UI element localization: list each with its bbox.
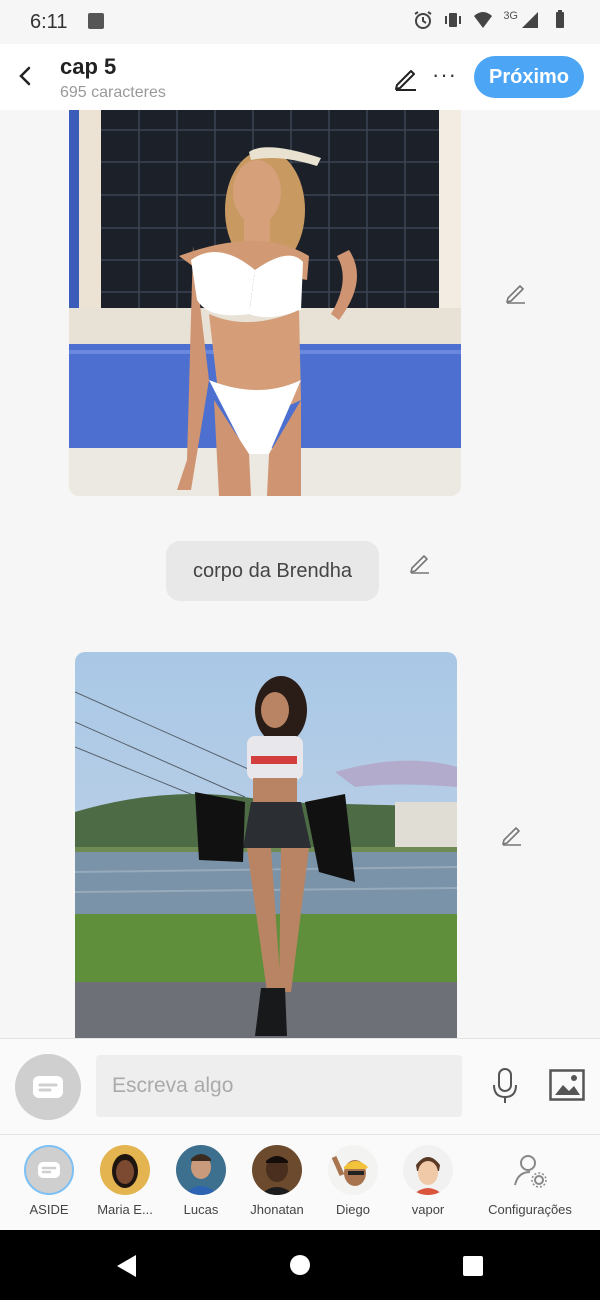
jhonatan-avatar [252,1145,302,1195]
network-type: 3G [503,10,518,22]
story-content[interactable]: corpo da Brendha [0,110,600,1038]
gallery-icon[interactable] [549,1069,585,1101]
wifi-icon [474,12,493,28]
microphone-icon[interactable] [490,1067,520,1105]
message-bubble[interactable]: corpo da Brendha [166,541,379,601]
settings-item[interactable]: Configurações [484,1145,576,1217]
maria-avatar [100,1145,150,1195]
character-lucas[interactable]: Lucas [166,1145,236,1217]
edit-message-icon[interactable] [408,550,432,574]
lucas-avatar [176,1145,226,1195]
edit-image-icon[interactable] [504,280,528,304]
character-maria[interactable]: Maria E... [90,1145,160,1217]
story-image-1[interactable] [69,110,461,496]
alarm-icon [414,11,432,29]
edit-title-icon[interactable] [392,64,420,92]
back-arrow-icon[interactable] [12,60,38,92]
character-count: 695 caracteres [60,84,166,101]
next-button[interactable]: Próximo [474,56,584,98]
nav-home-icon[interactable] [289,1254,311,1276]
composer-bar [0,1038,600,1134]
user-settings-icon [514,1155,547,1188]
message-icon [38,1162,60,1178]
character-bar: ASIDE Maria E... Lucas Jhonatan Diego va… [0,1134,600,1230]
character-name: Maria E... [97,1202,153,1217]
aside-avatar [24,1145,74,1195]
edit-image-icon-2[interactable] [500,822,524,846]
vibrate-icon [445,13,462,27]
chapter-title[interactable]: cap 5 [60,54,116,80]
settings-avatar [505,1145,555,1195]
character-vapor[interactable]: vapor [393,1145,463,1217]
status-time: 6:11 [30,11,68,33]
signal-icon [522,12,538,28]
battery-icon [556,10,564,28]
diego-avatar [328,1145,378,1195]
nav-recents-icon[interactable] [462,1255,484,1277]
character-name: vapor [411,1202,445,1217]
photo-1 [69,110,461,496]
status-icons: 3G [413,10,570,30]
vapor-avatar [403,1145,453,1195]
photo-2 [75,652,457,1038]
system-nav-bar [0,1230,600,1300]
character-aside[interactable]: ASIDE [14,1145,84,1217]
top-bar: cap 5 695 caracteres ··· Próximo [0,44,600,110]
image-notification-icon [88,13,104,29]
character-name: Configurações [488,1202,572,1217]
character-name: Diego [336,1202,370,1217]
character-name: ASIDE [29,1202,69,1217]
character-diego[interactable]: Diego [318,1145,388,1217]
character-name: Jhonatan [250,1202,304,1217]
status-bar: 6:11 3G [0,0,600,44]
nav-back-icon[interactable] [114,1253,138,1279]
character-jhonatan[interactable]: Jhonatan [242,1145,312,1217]
message-icon [33,1076,63,1098]
more-options-icon[interactable]: ··· [432,62,457,88]
message-input[interactable] [96,1055,462,1117]
story-image-2[interactable] [75,652,457,1038]
character-name: Lucas [183,1202,219,1217]
narrator-avatar-button[interactable] [15,1054,81,1120]
